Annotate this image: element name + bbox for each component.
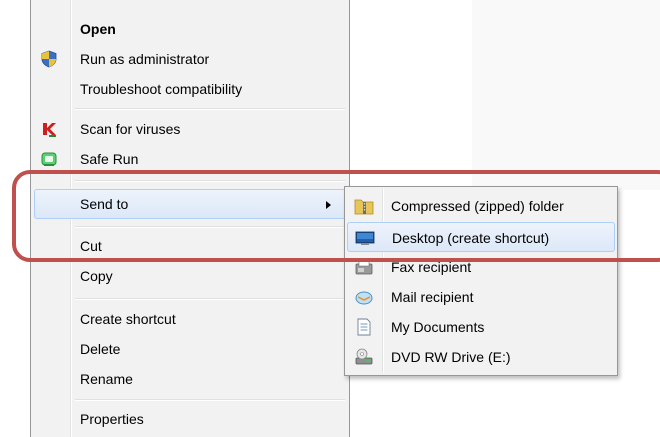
menu-item-rename[interactable]: Rename <box>34 364 346 394</box>
menu-item-label: Safe Run <box>80 151 139 167</box>
menu-item-label: Open <box>80 21 116 37</box>
submenu-item-compressed-folder[interactable]: Compressed (zipped) folder <box>347 191 615 221</box>
menu-item-label: Scan for viruses <box>80 121 181 137</box>
desktop-icon <box>355 229 375 247</box>
submenu-item-label: Compressed (zipped) folder <box>391 198 564 214</box>
menu-item-label: Create shortcut <box>80 311 176 327</box>
submenu-item-desktop-shortcut[interactable]: Desktop (create shortcut) <box>347 222 615 252</box>
menu-item-label: Run as administrator <box>80 51 210 67</box>
submenu-item-label: My Documents <box>391 319 485 335</box>
menu-item-safe-run[interactable]: Safe Run <box>34 144 346 174</box>
uac-shield-icon <box>40 50 58 68</box>
menu-separator <box>75 226 345 228</box>
submenu-item-label: Fax recipient <box>391 259 472 275</box>
menu-item-label: Troubleshoot compatibility <box>80 81 243 97</box>
menu-item-label: Properties <box>80 411 144 427</box>
menu-separator <box>75 399 345 401</box>
submenu-item-my-documents[interactable]: My Documents <box>347 312 615 342</box>
submenu-item-label: Desktop (create shortcut) <box>392 230 550 246</box>
send-to-submenu: Compressed (zipped) folder Desktop (crea… <box>344 186 618 376</box>
menu-item-scan-for-viruses[interactable]: Scan for viruses <box>34 114 346 144</box>
submenu-item-mail-recipient[interactable]: Mail recipient <box>347 282 615 312</box>
menu-item-troubleshoot-compatibility[interactable]: Troubleshoot compatibility <box>34 74 346 104</box>
safe-run-icon <box>40 150 58 168</box>
menu-item-label: Send to <box>80 196 129 212</box>
menu-item-properties[interactable]: Properties <box>34 404 346 434</box>
menu-item-open[interactable]: Open <box>34 14 346 44</box>
submenu-item-fax-recipient[interactable]: Fax recipient <box>347 252 615 282</box>
menu-item-copy[interactable]: Copy <box>34 261 346 291</box>
dvd-drive-icon <box>354 348 374 366</box>
menu-item-create-shortcut[interactable]: Create shortcut <box>34 304 346 334</box>
menu-item-send-to[interactable]: Send to <box>34 189 346 219</box>
menu-item-label: Rename <box>80 371 133 387</box>
fax-icon <box>354 258 374 276</box>
screenshot-stage: Open Run as administrator Troubleshoot c… <box>0 0 660 437</box>
kaspersky-icon <box>40 120 58 138</box>
zip-folder-icon <box>354 197 374 215</box>
menu-separator <box>75 180 345 182</box>
menu-item-cut[interactable]: Cut <box>34 231 346 261</box>
menu-item-run-as-administrator[interactable]: Run as administrator <box>34 44 346 74</box>
menu-item-label: Copy <box>80 268 113 284</box>
submenu-item-dvd-drive[interactable]: DVD RW Drive (E:) <box>347 342 615 372</box>
menu-item-label: Cut <box>80 238 102 254</box>
menu-separator <box>75 298 345 300</box>
submenu-item-label: Mail recipient <box>391 289 474 305</box>
menu-item-delete[interactable]: Delete <box>34 334 346 364</box>
context-menu: Open Run as administrator Troubleshoot c… <box>30 0 350 437</box>
submenu-arrow-icon <box>326 201 331 209</box>
mail-icon <box>354 288 374 306</box>
menu-separator <box>75 108 345 110</box>
submenu-item-label: DVD RW Drive (E:) <box>391 349 511 365</box>
background-window <box>472 0 660 190</box>
document-icon <box>354 318 374 336</box>
menu-item-label: Delete <box>80 341 121 357</box>
